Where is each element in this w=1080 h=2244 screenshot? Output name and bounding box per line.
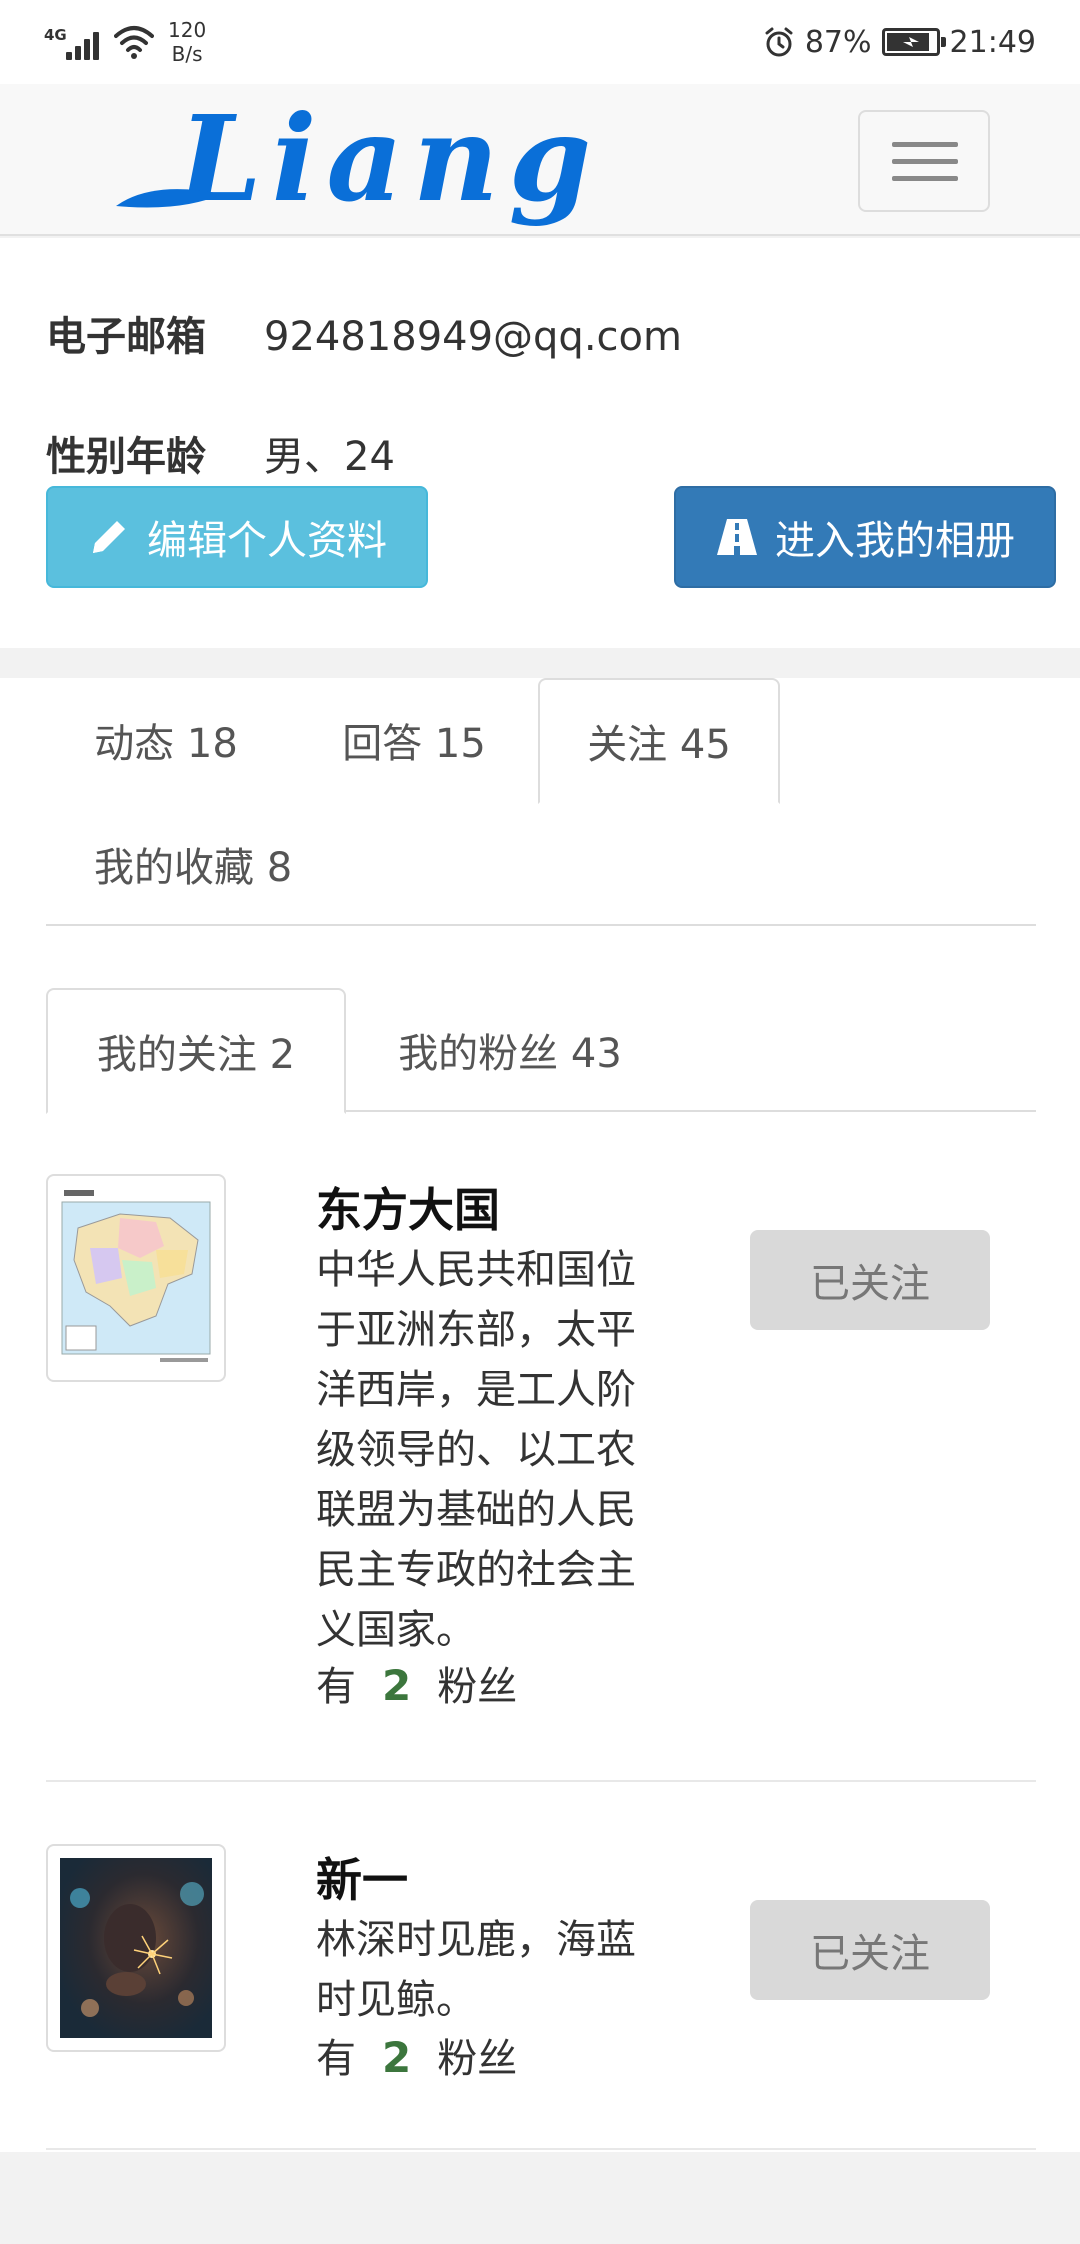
list-item: 东方大国 中华人民共和国位于亚洲东部，太平洋西岸，是工人阶级领导的、以工农联盟为… bbox=[46, 1174, 1036, 1710]
fans-suffix: 粉丝 bbox=[437, 2036, 518, 2082]
gender-age-value: 男、24 bbox=[264, 434, 395, 480]
battery-icon bbox=[881, 28, 946, 56]
email-row: 电子邮箱 924818949@qq.com bbox=[46, 304, 682, 362]
cellular-signal-icon: 4G bbox=[44, 20, 100, 64]
user-description: 中华人民共和国位于亚洲东部，太平洋西岸，是工人阶级领导的、以工农联盟为基础的人民… bbox=[316, 1247, 636, 1653]
speed-value: 120 bbox=[168, 18, 207, 42]
gender-age-label: 性别年龄 bbox=[46, 434, 206, 480]
open-album-label: 进入我的相册 bbox=[775, 518, 1015, 564]
brand-logo[interactable]: Liang bbox=[112, 102, 668, 230]
followed-button-label: 已关注 bbox=[810, 1931, 930, 1977]
subtab-my-following[interactable]: 我的关注 2 bbox=[46, 988, 346, 1114]
followed-button-label: 已关注 bbox=[810, 1261, 930, 1307]
email-value: 924818949@qq.com bbox=[264, 314, 682, 360]
network-speed: 120 B/s bbox=[168, 18, 206, 66]
status-left: 4G 120 B/s bbox=[44, 14, 206, 70]
tab-activity[interactable]: 动态 18 bbox=[46, 678, 286, 802]
list-divider bbox=[46, 1780, 1036, 1782]
fans-suffix: 粉丝 bbox=[437, 1664, 518, 1710]
edit-profile-label: 编辑个人资料 bbox=[147, 518, 387, 564]
user-fans: 有 2 粉丝 bbox=[316, 1654, 517, 1712]
tab-following[interactable]: 关注 45 bbox=[538, 678, 780, 804]
user-description: 林深时见鹿，海蓝时见鲸。 bbox=[316, 1917, 636, 2023]
pencil-icon bbox=[93, 521, 125, 553]
subtabs-divider bbox=[346, 1110, 1036, 1112]
logo-text: Liang bbox=[176, 102, 602, 228]
fans-prefix: 有 bbox=[316, 1664, 356, 1710]
status-bar: 4G 120 B/s 87% 21:49 bbox=[0, 0, 1080, 84]
status-right: 87% 21:49 bbox=[763, 14, 1036, 70]
subtab-my-fans[interactable]: 我的粉丝 43 bbox=[360, 988, 660, 1112]
user-avatar[interactable] bbox=[46, 1174, 226, 1382]
gender-age-row: 性别年龄 男、24 bbox=[46, 424, 395, 482]
tab-answers[interactable]: 回答 15 bbox=[294, 678, 534, 802]
fans-prefix: 有 bbox=[316, 2036, 356, 2082]
tab-answers-label: 回答 15 bbox=[342, 721, 486, 767]
tab-favorites-label: 我的收藏 8 bbox=[94, 845, 293, 891]
tab-favorites[interactable]: 我的收藏 8 bbox=[46, 802, 346, 926]
fans-count[interactable]: 2 bbox=[382, 1661, 411, 1710]
menu-toggle-button[interactable] bbox=[858, 110, 990, 212]
edit-profile-button[interactable]: 编辑个人资料 bbox=[46, 486, 428, 588]
email-label: 电子邮箱 bbox=[46, 314, 206, 360]
user-fans: 有 2 粉丝 bbox=[316, 2026, 517, 2084]
subtab-my-fans-label: 我的粉丝 43 bbox=[398, 1031, 622, 1077]
tab-following-label: 关注 45 bbox=[587, 722, 731, 768]
alarm-icon bbox=[765, 27, 793, 57]
fans-count[interactable]: 2 bbox=[382, 2033, 411, 2082]
user-name[interactable]: 新一 bbox=[316, 1844, 408, 1910]
navbar: Liang bbox=[0, 84, 1080, 236]
speed-unit: B/s bbox=[171, 42, 203, 66]
open-album-button[interactable]: 进入我的相册 bbox=[674, 486, 1056, 588]
battery-percent: 87% bbox=[804, 24, 872, 60]
network-type: 4G bbox=[44, 26, 67, 44]
road-icon bbox=[717, 519, 757, 555]
charging-icon bbox=[902, 37, 919, 47]
tabs-divider bbox=[46, 924, 1036, 926]
sparkler-photo bbox=[60, 1858, 212, 2038]
profile-card: 电子邮箱 924818949@qq.com 性别年龄 男、24 编辑个人资料 进… bbox=[0, 238, 1080, 648]
subtab-my-following-label: 我的关注 2 bbox=[96, 1032, 296, 1078]
list-divider bbox=[46, 2148, 1036, 2150]
tab-activity-label: 动态 18 bbox=[94, 721, 238, 767]
content-card: 动态 18 回答 15 关注 45 我的收藏 8 我的关注 2 我的粉丝 43 bbox=[0, 678, 1080, 2152]
followed-button[interactable]: 已关注 bbox=[750, 1230, 990, 1330]
list-item: 新一 林深时见鹿，海蓝时见鲸。 有 2 粉丝 已关注 bbox=[46, 1844, 1036, 2082]
clock: 21:49 bbox=[949, 24, 1036, 60]
user-name[interactable]: 东方大国 bbox=[316, 1174, 500, 1240]
user-avatar[interactable] bbox=[46, 1844, 226, 2052]
map-image bbox=[60, 1188, 212, 1368]
wifi-icon bbox=[114, 26, 154, 59]
followed-button[interactable]: 已关注 bbox=[750, 1900, 990, 2000]
